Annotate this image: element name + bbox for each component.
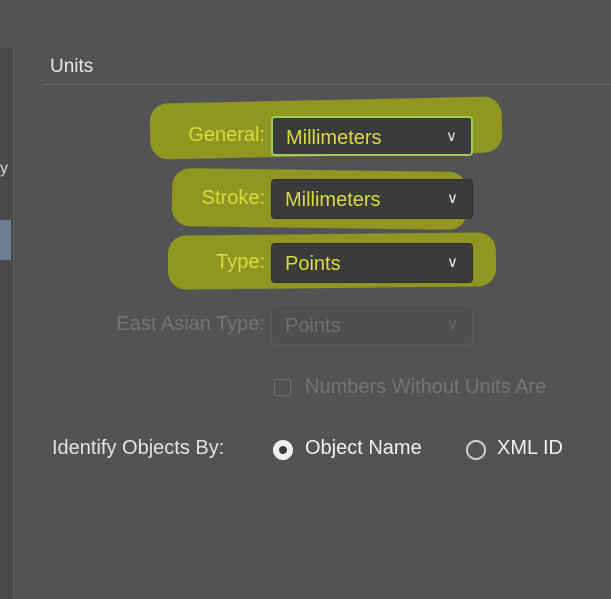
general-units-dropdown[interactable]: Millimeters ∨ — [271, 116, 473, 156]
sidebar-item-partial-label[interactable]: y — [0, 160, 8, 178]
preferences-panel: y Units General: Millimeters ∨ Stroke: M… — [0, 0, 611, 599]
chevron-down-icon: ∨ — [447, 316, 458, 333]
section-divider — [42, 84, 611, 85]
radio-xml-id[interactable] — [466, 440, 486, 460]
stroke-units-value: Millimeters — [285, 189, 381, 211]
type-units-dropdown[interactable]: Points ∨ — [271, 243, 473, 283]
chevron-down-icon: ∨ — [447, 190, 458, 207]
section-title-units: Units — [50, 56, 94, 77]
stroke-label: Stroke: — [201, 187, 265, 209]
chevron-down-icon: ∨ — [447, 254, 458, 271]
preferences-sidebar: y — [0, 48, 14, 599]
numbers-without-units-label: Numbers Without Units Are — [305, 376, 547, 398]
stroke-units-dropdown[interactable]: Millimeters ∨ — [271, 179, 473, 219]
radio-object-name-label[interactable]: Object Name — [305, 437, 422, 460]
general-units-value: Millimeters — [286, 127, 382, 149]
radio-xml-id-label[interactable]: XML ID — [497, 437, 563, 460]
sidebar-selected-item[interactable] — [0, 220, 11, 260]
type-label: Type: — [216, 251, 265, 273]
general-label: General: — [188, 124, 265, 146]
type-units-value: Points — [285, 253, 341, 275]
east-asian-type-label: East Asian Type: — [116, 313, 265, 335]
chevron-down-icon: ∨ — [446, 128, 457, 145]
east-asian-type-value: Points — [285, 315, 341, 337]
numbers-without-units-checkbox — [274, 379, 291, 396]
identify-objects-label: Identify Objects By: — [52, 437, 225, 459]
radio-object-name[interactable] — [273, 440, 293, 460]
east-asian-type-dropdown: Points ∨ — [271, 305, 473, 345]
